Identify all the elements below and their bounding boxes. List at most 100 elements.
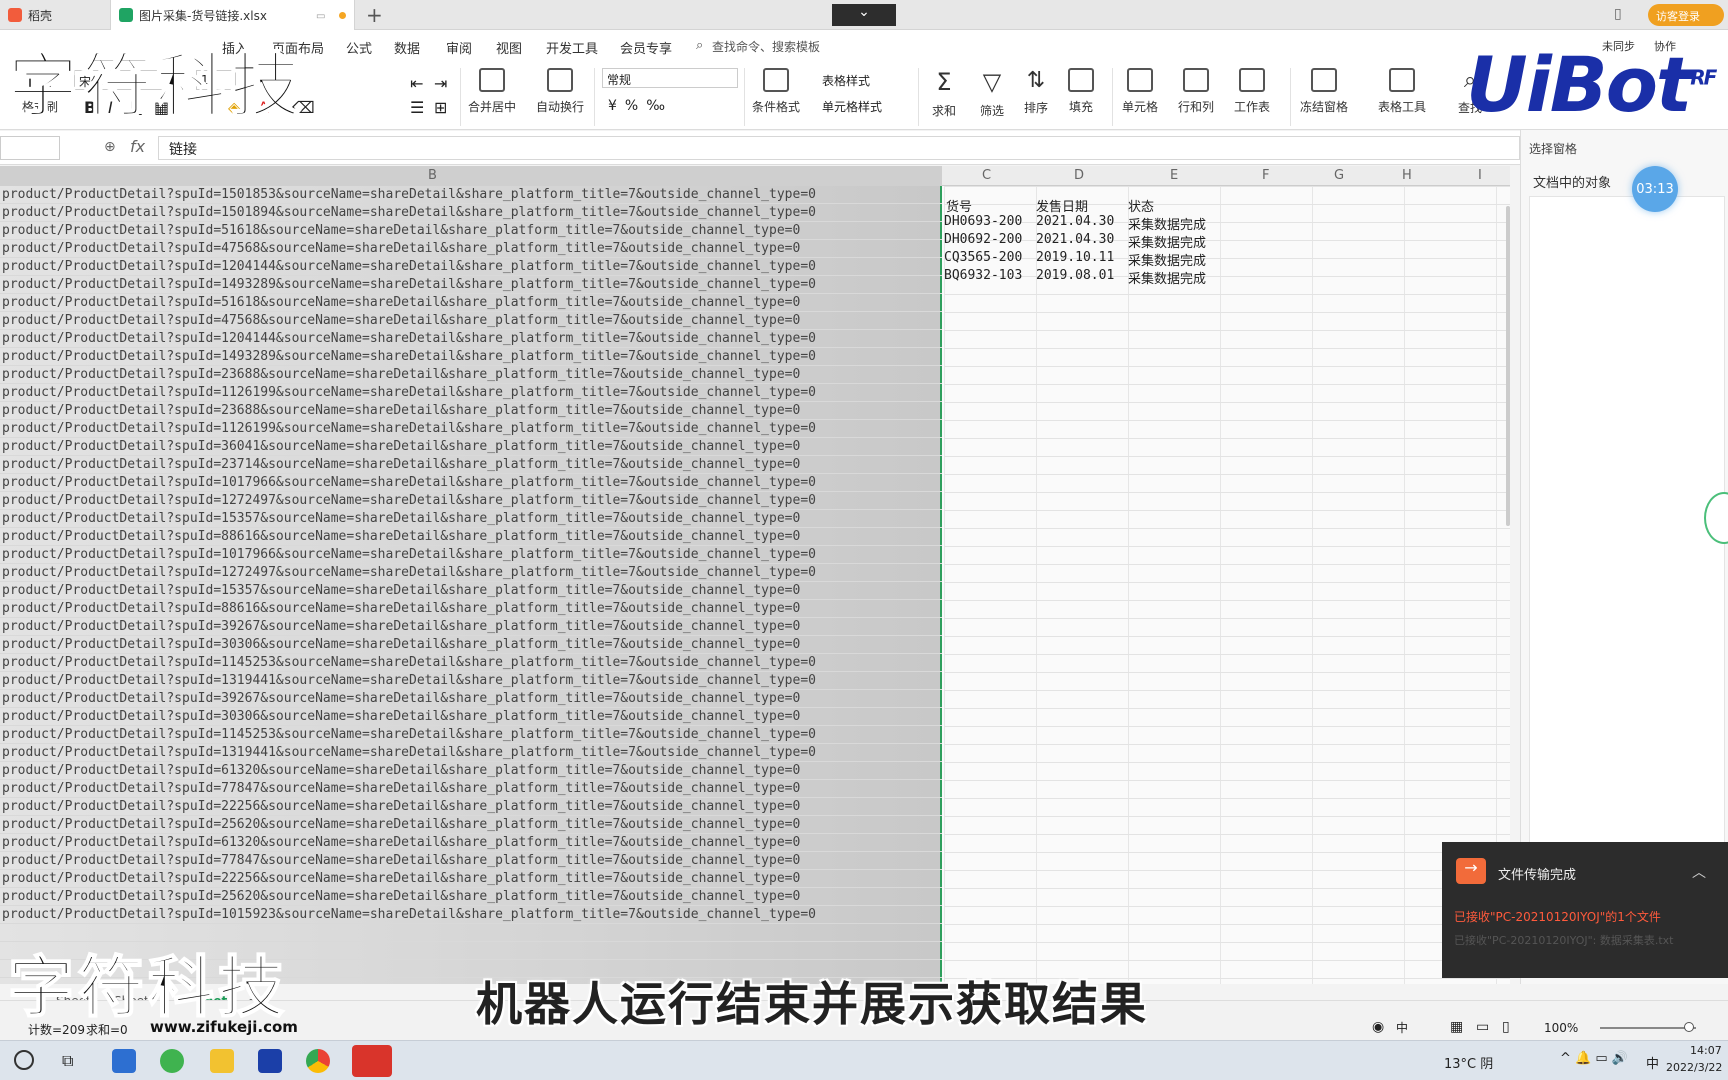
link-cell[interactable]: product/ProductDetail?spuId=1501894&sour…: [0, 204, 942, 222]
link-cell[interactable]: product/ProductDetail?spuId=1015923&sour…: [0, 906, 942, 924]
menu-view[interactable]: 视图: [496, 38, 522, 57]
menu-formula[interactable]: 公式: [346, 38, 372, 57]
clock-date[interactable]: 2022/3/22: [1666, 1061, 1722, 1074]
menu-review[interactable]: 审阅: [446, 38, 472, 57]
formula-input[interactable]: 链接: [158, 136, 1520, 160]
zoom-formula-icon[interactable]: ⊕: [104, 139, 116, 155]
wrap-text-button[interactable]: 自动换行: [536, 68, 584, 115]
sum-button[interactable]: Σ 求和: [932, 68, 956, 119]
link-cell[interactable]: product/ProductDetail?spuId=25620&source…: [0, 888, 942, 906]
menu-dev-tools[interactable]: 开发工具: [546, 38, 598, 57]
weather-info[interactable]: 13°C 阴: [1444, 1053, 1493, 1072]
table-cell-date[interactable]: 2019.10.11: [1036, 250, 1114, 265]
page-view-icon[interactable]: ▭: [1476, 1019, 1489, 1035]
link-cell[interactable]: product/ProductDetail?spuId=22256&source…: [0, 870, 942, 888]
link-cell[interactable]: product/ProductDetail?spuId=1145253&sour…: [0, 654, 942, 672]
vertical-scrollbar[interactable]: [1506, 206, 1510, 526]
layout-icon[interactable]: ▯: [1614, 6, 1622, 22]
link-cell[interactable]: product/ProductDetail?spuId=15357&source…: [0, 582, 942, 600]
table-cell-sku[interactable]: DH0693-200: [944, 214, 1022, 229]
link-cell[interactable]: product/ProductDetail?spuId=1501853&sour…: [0, 186, 942, 204]
table-cell-date[interactable]: 2021.04.30: [1036, 214, 1114, 229]
tab-spreadsheet[interactable]: 图片采集-货号链接.xlsx ▭: [110, 0, 355, 30]
table-cell-status[interactable]: 采集数据完成: [1128, 268, 1206, 287]
ime-status[interactable]: 中: [1396, 1019, 1408, 1036]
ime-indicator[interactable]: 中: [1646, 1053, 1659, 1072]
table-cell-status[interactable]: 采集数据完成: [1128, 232, 1206, 251]
link-cell[interactable]: product/ProductDetail?spuId=1319441&sour…: [0, 744, 942, 762]
merge-center-button[interactable]: 合并居中: [468, 68, 516, 115]
link-cell[interactable]: product/ProductDetail?spuId=1493289&sour…: [0, 348, 942, 366]
row-col-button[interactable]: 行和列: [1178, 68, 1214, 115]
column-header-B[interactable]: B: [0, 166, 942, 186]
table-cell-sku[interactable]: CQ3565-200: [944, 250, 1022, 265]
browser360-icon[interactable]: [160, 1049, 184, 1073]
link-cell[interactable]: product/ProductDetail?spuId=23714&source…: [0, 456, 942, 474]
table-tools-button[interactable]: 表格工具: [1378, 68, 1426, 115]
link-cell[interactable]: product/ProductDetail?spuId=39267&source…: [0, 618, 942, 636]
link-cell[interactable]: product/ProductDetail?spuId=23688&source…: [0, 366, 942, 384]
column-header-I[interactable]: I: [1478, 168, 1482, 183]
link-cell[interactable]: product/ProductDetail?spuId=1272497&sour…: [0, 564, 942, 582]
read-view-icon[interactable]: ▯: [1502, 1019, 1510, 1035]
header-cell-sku[interactable]: 货号: [946, 196, 972, 215]
number-format-icons[interactable]: ¥%‰: [608, 98, 673, 114]
link-cell[interactable]: product/ProductDetail?spuId=1319441&sour…: [0, 672, 942, 690]
task-view-icon[interactable]: ⧉: [62, 1051, 73, 1071]
zoom-slider-handle[interactable]: [1684, 1022, 1694, 1032]
link-cell[interactable]: product/ProductDetail?spuId=39267&source…: [0, 690, 942, 708]
table-cell-status[interactable]: 采集数据完成: [1128, 250, 1206, 269]
link-cell[interactable]: product/ProductDetail?spuId=22256&source…: [0, 798, 942, 816]
chevron-up-icon[interactable]: ︿: [1692, 862, 1706, 882]
name-box[interactable]: [0, 136, 60, 160]
search-icon[interactable]: ⌕: [696, 38, 703, 53]
link-cell[interactable]: product/ProductDetail?spuId=25620&source…: [0, 816, 942, 834]
tray-icons[interactable]: ^ 🔔 ▭ 🔊: [1560, 1051, 1628, 1066]
link-cell[interactable]: product/ProductDetail?spuId=77847&source…: [0, 852, 942, 870]
link-cell[interactable]: product/ProductDetail?spuId=1204144&sour…: [0, 330, 942, 348]
zoom-level[interactable]: 100%: [1544, 1021, 1578, 1035]
search-circle-icon[interactable]: [14, 1050, 34, 1070]
window-icon[interactable]: ▭: [316, 11, 325, 22]
align-justify-icon[interactable]: ☰: [410, 98, 424, 117]
link-cell[interactable]: product/ProductDetail?spuId=1204144&sour…: [0, 258, 942, 276]
link-cell[interactable]: product/ProductDetail?spuId=88616&source…: [0, 528, 942, 546]
new-tab-icon[interactable]: +: [366, 3, 383, 27]
link-cell[interactable]: product/ProductDetail?spuId=1272497&sour…: [0, 492, 942, 510]
filter-button[interactable]: ▽ 筛选: [980, 68, 1004, 119]
link-cell[interactable]: product/ProductDetail?spuId=1126199&sour…: [0, 420, 942, 438]
link-cell[interactable]: product/ProductDetail?spuId=1145253&sour…: [0, 726, 942, 744]
menu-data[interactable]: 数据: [394, 38, 420, 57]
notification-toast[interactable]: → 文件传输完成 ︿ 已接收"PC-20210120IYOJ"的1个文件 已接收…: [1442, 842, 1728, 978]
fx-icon[interactable]: fx: [130, 137, 145, 156]
table-style-button[interactable]: 表格样式: [822, 72, 870, 89]
fill-button[interactable]: 填充: [1068, 68, 1094, 115]
sort-button[interactable]: ⇅ 排序: [1024, 68, 1048, 116]
column-header-E[interactable]: E: [1170, 168, 1178, 183]
cell-style-button[interactable]: 单元格样式: [822, 98, 882, 115]
link-cell[interactable]: product/ProductDetail?spuId=30306&source…: [0, 636, 942, 654]
zoom-slider[interactable]: [1600, 1027, 1696, 1029]
wps-icon[interactable]: [352, 1045, 392, 1077]
login-button[interactable]: 访客登录: [1648, 4, 1724, 26]
link-cell[interactable]: product/ProductDetail?spuId=30306&source…: [0, 708, 942, 726]
link-cell[interactable]: product/ProductDetail?spuId=15357&source…: [0, 510, 942, 528]
link-cell[interactable]: product/ProductDetail?spuId=1126199&sour…: [0, 384, 942, 402]
header-cell-status[interactable]: 状态: [1128, 196, 1154, 215]
computer-icon[interactable]: [112, 1049, 136, 1073]
link-cell[interactable]: product/ProductDetail?spuId=1017966&sour…: [0, 546, 942, 564]
column-header-H[interactable]: H: [1402, 168, 1412, 183]
table-cell-date[interactable]: 2019.08.01: [1036, 268, 1114, 283]
link-cell[interactable]: product/ProductDetail?spuId=77847&source…: [0, 780, 942, 798]
link-cell[interactable]: product/ProductDetail?spuId=61320&source…: [0, 762, 942, 780]
column-header-F[interactable]: F: [1262, 168, 1269, 183]
table-cell-sku[interactable]: DH0692-200: [944, 232, 1022, 247]
link-column[interactable]: product/ProductDetail?spuId=1501853&sour…: [0, 186, 942, 984]
spreadsheet-grid[interactable]: B C D E F G H I product/ProductDetail?sp…: [0, 166, 1510, 984]
table-cell-date[interactable]: 2021.04.30: [1036, 232, 1114, 247]
link-cell[interactable]: product/ProductDetail?spuId=36041&source…: [0, 438, 942, 456]
link-cell[interactable]: product/ProductDetail?spuId=1493289&sour…: [0, 276, 942, 294]
indent-decrease-icon[interactable]: ⇤: [410, 74, 423, 93]
freeze-button[interactable]: 冻结窗格: [1300, 68, 1348, 115]
table-cell-status[interactable]: 采集数据完成: [1128, 214, 1206, 233]
